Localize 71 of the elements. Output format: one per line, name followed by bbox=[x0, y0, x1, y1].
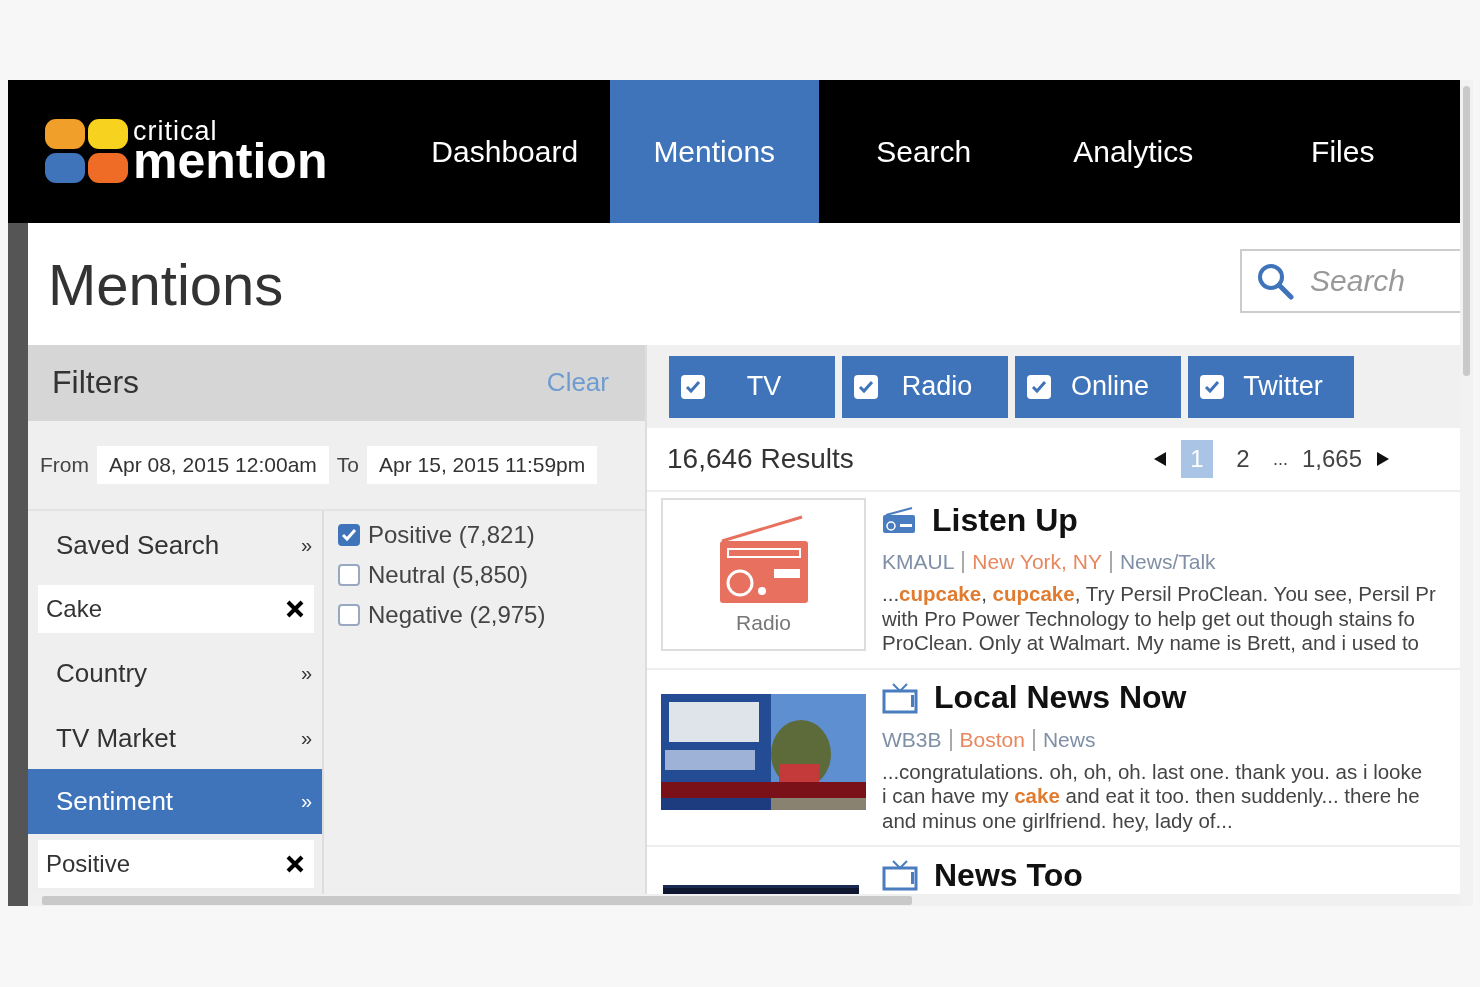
result-title[interactable]: Local News Now bbox=[934, 679, 1187, 716]
source-toggle[interactable]: Online bbox=[1015, 355, 1181, 418]
nav-tab[interactable]: Files bbox=[1238, 80, 1448, 223]
checkmark-icon bbox=[1031, 379, 1047, 394]
date-field[interactable]: Apr 08, 2015 12:00am bbox=[97, 445, 329, 484]
page-link[interactable]: 1,665 bbox=[1301, 440, 1362, 478]
snippet-line: with Pro Power Technology to help get out though stains fo bbox=[882, 606, 1416, 631]
thumbnail-label: Radio bbox=[736, 610, 791, 635]
page-link[interactable]: 2 bbox=[1226, 440, 1259, 478]
logo-squares-icon bbox=[45, 118, 129, 185]
snippet-line: ProClean. Only at Walmart. My name is Brett, and i used to bbox=[882, 631, 1420, 656]
search-field[interactable]: Search bbox=[1240, 249, 1460, 313]
checkmark-icon bbox=[685, 379, 701, 394]
checkmark-icon bbox=[341, 528, 357, 542]
filter-category[interactable]: Saved Search » bbox=[28, 511, 322, 579]
chevron-icon: » bbox=[300, 661, 312, 685]
location: Boston bbox=[959, 727, 1025, 752]
page-title: Mentions bbox=[48, 250, 284, 318]
snippet-line: i can have my cake and eat it too. then suddenly... there he bbox=[882, 784, 1421, 809]
radio-icon bbox=[717, 514, 810, 605]
location: New York, NY bbox=[972, 550, 1102, 574]
tag-text: Cake bbox=[46, 595, 103, 623]
nav-tab[interactable]: Mentions bbox=[609, 80, 819, 223]
remove-icon[interactable] bbox=[286, 600, 304, 618]
filter-category[interactable]: Country » bbox=[28, 639, 322, 707]
filters-title: Filters bbox=[52, 364, 140, 402]
sentiment-option[interactable]: Positive (7,821) bbox=[338, 521, 645, 549]
chevron-icon: » bbox=[300, 726, 312, 750]
snippet-line: ...congratulations. oh, oh, oh. last one. thank you. as i looke bbox=[882, 759, 1423, 784]
search-field[interactable]: Search bbox=[1308, 263, 1452, 299]
date-label: From bbox=[40, 452, 89, 477]
station-name: WB3B bbox=[882, 727, 942, 752]
checkbox[interactable] bbox=[338, 524, 360, 546]
remove-icon[interactable] bbox=[286, 855, 304, 873]
sentiment-option[interactable]: Neutral (5,850) bbox=[338, 561, 645, 589]
result-title[interactable]: News Too bbox=[934, 856, 1083, 894]
nav-tab[interactable]: Search bbox=[819, 80, 1029, 223]
chevron-icon: » bbox=[300, 790, 312, 813]
tv-icon bbox=[882, 681, 918, 714]
tag-text: Positive bbox=[46, 850, 131, 878]
source-toggle[interactable]: Twitter bbox=[1188, 355, 1354, 418]
checkbox[interactable] bbox=[338, 564, 360, 586]
next-page-icon[interactable] bbox=[1376, 451, 1390, 467]
date-field[interactable]: Apr 15, 2015 11:59pm bbox=[367, 445, 598, 484]
previous-page-icon[interactable] bbox=[1152, 451, 1167, 467]
checkbox[interactable] bbox=[338, 604, 360, 626]
sentiment-option[interactable]: Negative (2,975) bbox=[338, 601, 645, 629]
genre: News/Talk bbox=[1119, 550, 1216, 574]
filter-category[interactable]: Sentiment » bbox=[28, 769, 322, 834]
station-name: KMAUL bbox=[882, 550, 955, 574]
ellipsis: ... bbox=[1272, 448, 1288, 470]
nav-tab[interactable]: Dashboard bbox=[400, 80, 610, 223]
thumbnail[interactable]: Radio bbox=[661, 498, 866, 651]
radio-icon bbox=[882, 506, 916, 534]
source-toggle[interactable]: TV bbox=[669, 355, 835, 418]
scrollbar-thumb[interactable] bbox=[42, 895, 912, 905]
snippet-line: ...cupcake, cupcake, Try Persil ProClean. You see, Persil Pr bbox=[882, 582, 1436, 607]
checkmark-icon bbox=[858, 379, 874, 394]
checkmark-icon bbox=[1204, 379, 1220, 394]
nav-tab[interactable]: Analytics bbox=[1028, 80, 1238, 223]
snippet-line: and minus one girlfriend. hey, lady of... bbox=[882, 808, 1234, 833]
date-label: To bbox=[336, 452, 359, 477]
genre: News bbox=[1042, 727, 1096, 752]
filter-category[interactable]: TV Market » bbox=[28, 707, 322, 769]
tv-icon bbox=[882, 859, 918, 891]
scrollbar-thumb[interactable] bbox=[1463, 86, 1470, 376]
results-count: 16,646 Results bbox=[667, 443, 854, 475]
source-toggle[interactable]: Radio bbox=[842, 355, 1008, 418]
chevron-icon: » bbox=[300, 533, 312, 557]
search-icon bbox=[1256, 262, 1294, 300]
result-title[interactable]: Listen Up bbox=[932, 501, 1078, 539]
